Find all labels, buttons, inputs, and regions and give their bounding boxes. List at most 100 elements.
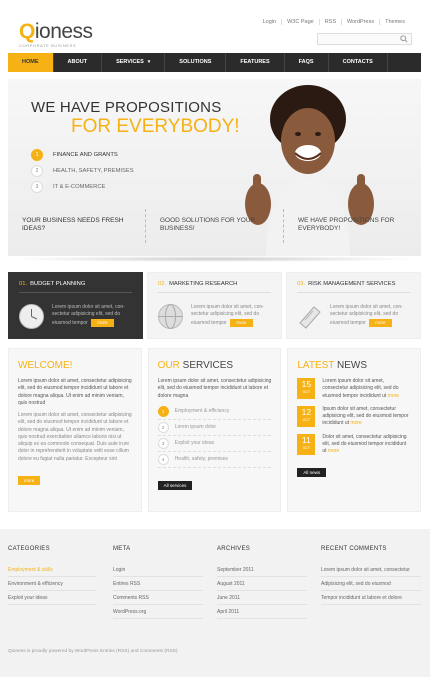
services-intro: Lorem ipsum dolor sit amet, consectetur … — [157, 378, 272, 399]
hero-subheadline: FOR EVERYBODY! — [71, 116, 240, 137]
nav-faqs[interactable]: FAQS — [285, 53, 329, 72]
search-icon[interactable] — [400, 35, 408, 43]
service-num: 4 — [157, 453, 169, 465]
feature-box-risk: 03. RISK MANAGEMENT SERVICES Lorem ipsum … — [286, 272, 421, 339]
footer-link[interactable]: Adipisicing elit, sed do eiusmod — [321, 577, 421, 591]
feature-box-num: 03. — [297, 281, 306, 287]
hero-list-item[interactable]: 2 HEALTH, SAFETY, PREMISES — [31, 163, 134, 179]
nav-about[interactable]: ABOUT — [54, 53, 103, 72]
services-title-a: OUR — [157, 360, 180, 371]
footer-link[interactable]: August 2011 — [217, 577, 307, 591]
hero-list-label: FINANCE AND GRANTS — [53, 152, 118, 158]
service-item[interactable]: 1 Employment & efficiency — [157, 404, 272, 420]
feature-box-desc: Lorem ipsum dolor sit amet, con-sectetur… — [330, 304, 403, 326]
news-day: 11 — [301, 434, 311, 445]
all-news-button[interactable]: All news — [297, 468, 327, 478]
search-input[interactable] — [317, 33, 412, 45]
service-label: Exploit your ideas — [174, 440, 215, 447]
footer-link[interactable]: Exploit your ideas — [8, 591, 96, 605]
nav-solutions[interactable]: SOLUTIONS — [165, 53, 227, 72]
news-title-b: NEWS — [334, 360, 367, 371]
footer-meta-title: META — [113, 546, 131, 552]
service-label: Lorem ipsum dolor — [174, 424, 217, 431]
news-more-link[interactable]: more — [388, 393, 399, 399]
hero-slider[interactable]: WE HAVE PROPOSITIONS FOR EVERYBODY! 1 FIN… — [8, 79, 421, 256]
news-item: 11 OCT Dolor sit amet, consectetur adipis… — [297, 433, 411, 456]
feature-box-title-text: BUDGET PLANNING — [30, 281, 86, 287]
service-item[interactable]: 3 Exploit your ideas — [157, 436, 272, 452]
feature-box-title: 01. BUDGET PLANNING — [19, 281, 85, 287]
toplink-rss[interactable]: RSS — [318, 19, 341, 25]
all-services-button[interactable]: All services — [157, 480, 193, 490]
hero-list-item[interactable]: 1 FINANCE AND GRANTS — [31, 147, 134, 163]
footer-link[interactable]: Entries RSS — [113, 577, 203, 591]
news-text: Dolor sit amet, consectetur adipisicing … — [322, 434, 411, 456]
hero-list-num: 2 — [31, 165, 43, 177]
top-links: Login W3C Page RSS WordPress Themes — [258, 19, 410, 25]
service-item[interactable]: 2 Lorem ipsum dolor — [157, 420, 272, 436]
logo-text: ioness — [34, 20, 93, 43]
welcome-body: Lorem ipsum dolor sit amet, consectetur … — [18, 412, 132, 462]
toplink-login[interactable]: Login — [258, 19, 281, 25]
toplink-themes[interactable]: Themes — [379, 19, 410, 25]
more-button[interactable]: more — [369, 318, 392, 328]
nav-contacts[interactable]: CONTACTS — [329, 53, 388, 72]
more-button[interactable]: more — [230, 318, 253, 328]
footer-recent-comments: RECENT COMMENTS Lorem ipsum dolor sit am… — [321, 546, 421, 605]
service-num: 2 — [157, 421, 169, 433]
welcome-more-button[interactable]: more — [18, 475, 41, 485]
hero-list-item[interactable]: 3 IT & E-COMMERCE — [31, 179, 134, 195]
divider — [158, 292, 271, 293]
feature-box-text: Lorem ipsum dolor sit amet, con-sectetur… — [191, 304, 279, 328]
toplink-wordpress[interactable]: WordPress — [341, 19, 379, 25]
footer-recent-title: RECENT COMMENTS — [321, 546, 387, 552]
footer-link[interactable]: Employment & skills — [8, 563, 96, 577]
feature-box-desc: Lorem ipsum dolor sit amet, con-sectetur… — [191, 304, 264, 326]
footer-link[interactable]: Comments RSS — [113, 591, 203, 605]
hero-list-num: 3 — [31, 181, 43, 193]
services-column: OUR SERVICES Lorem ipsum dolor sit amet,… — [147, 348, 282, 512]
footer-link[interactable]: Lorem ipsum dolor sit amet, consectetur — [321, 563, 421, 577]
footer-link[interactable]: Environment & efficiency — [8, 577, 96, 591]
footer-archives: ARCHIVES September 2011 August 2011 June… — [217, 546, 307, 619]
nav-services[interactable]: SERVICES ▾ — [102, 53, 166, 72]
footer-categories: CATEGORIES Employment & skills Environme… — [8, 546, 96, 605]
footer-categories-title: CATEGORIES — [8, 546, 50, 552]
divider — [297, 292, 410, 293]
footer-link[interactable]: September 2011 — [217, 563, 307, 577]
service-label: Employment & efficiency — [174, 408, 230, 415]
feature-box-budget: 01. BUDGET PLANNING Lorem ipsum dolor sit… — [8, 272, 143, 339]
service-num: 1 — [157, 405, 169, 417]
feature-box-num: 02. — [158, 281, 167, 287]
hero-bottom-cell[interactable]: YOUR BUSINESS NEEDS FRESH IDEAS? — [8, 209, 145, 243]
hero-bottom-cell[interactable]: WE HAVE PROPOSITIONS FOR EVERYBODY! — [283, 209, 421, 243]
hero-list: 1 FINANCE AND GRANTS 2 HEALTH, SAFETY, PRE… — [31, 147, 134, 195]
hero-bottom-cell[interactable]: GOOD SOLUTIONS FOR YOUR BUSINESS! — [145, 209, 283, 243]
nav-features[interactable]: FEATURES — [226, 53, 285, 72]
news-month: OCT — [302, 390, 311, 394]
services-title-b: SERVICES — [179, 360, 234, 371]
footer-link[interactable]: June 2011 — [217, 591, 307, 605]
footer-link[interactable]: April 2011 — [217, 605, 307, 619]
hero-list-label: HEALTH, SAFETY, PREMISES — [53, 168, 134, 174]
toplink-w3c[interactable]: W3C Page — [281, 19, 319, 25]
logo[interactable]: Qioness CORPORATE BUSINESS — [19, 21, 93, 48]
feature-box-title-text: RISK MANAGEMENT SERVICES — [308, 281, 396, 287]
footer-link[interactable]: WordPress.org — [113, 605, 203, 619]
service-item[interactable]: 4 Health, safety, premises — [157, 452, 272, 468]
news-title: LATEST NEWS — [297, 360, 411, 371]
nav-home[interactable]: HOME — [8, 53, 54, 72]
service-label: Health, safety, premises — [174, 456, 228, 463]
feature-box-desc: Lorem ipsum dolor sit amet, con-sectetur… — [52, 304, 125, 326]
more-button[interactable]: more — [91, 318, 114, 328]
news-more-link[interactable]: more — [328, 448, 339, 454]
footer-link[interactable]: Tempor incididunt ut labore et dolore — [321, 591, 421, 605]
footer-link[interactable]: Login — [113, 563, 203, 577]
news-date: 15 OCT — [297, 378, 316, 399]
news-month: OCT — [302, 417, 311, 422]
welcome-column: WELCOME! Lorem ipsum dolor sit amet, con… — [8, 348, 142, 512]
news-more-link[interactable]: more — [350, 420, 361, 426]
news-date: 11 OCT — [297, 433, 316, 455]
feature-box-marketing: 02. MARKETING RESEARCH Lorem ipsum dolor … — [147, 272, 282, 339]
clock-icon — [19, 304, 44, 329]
